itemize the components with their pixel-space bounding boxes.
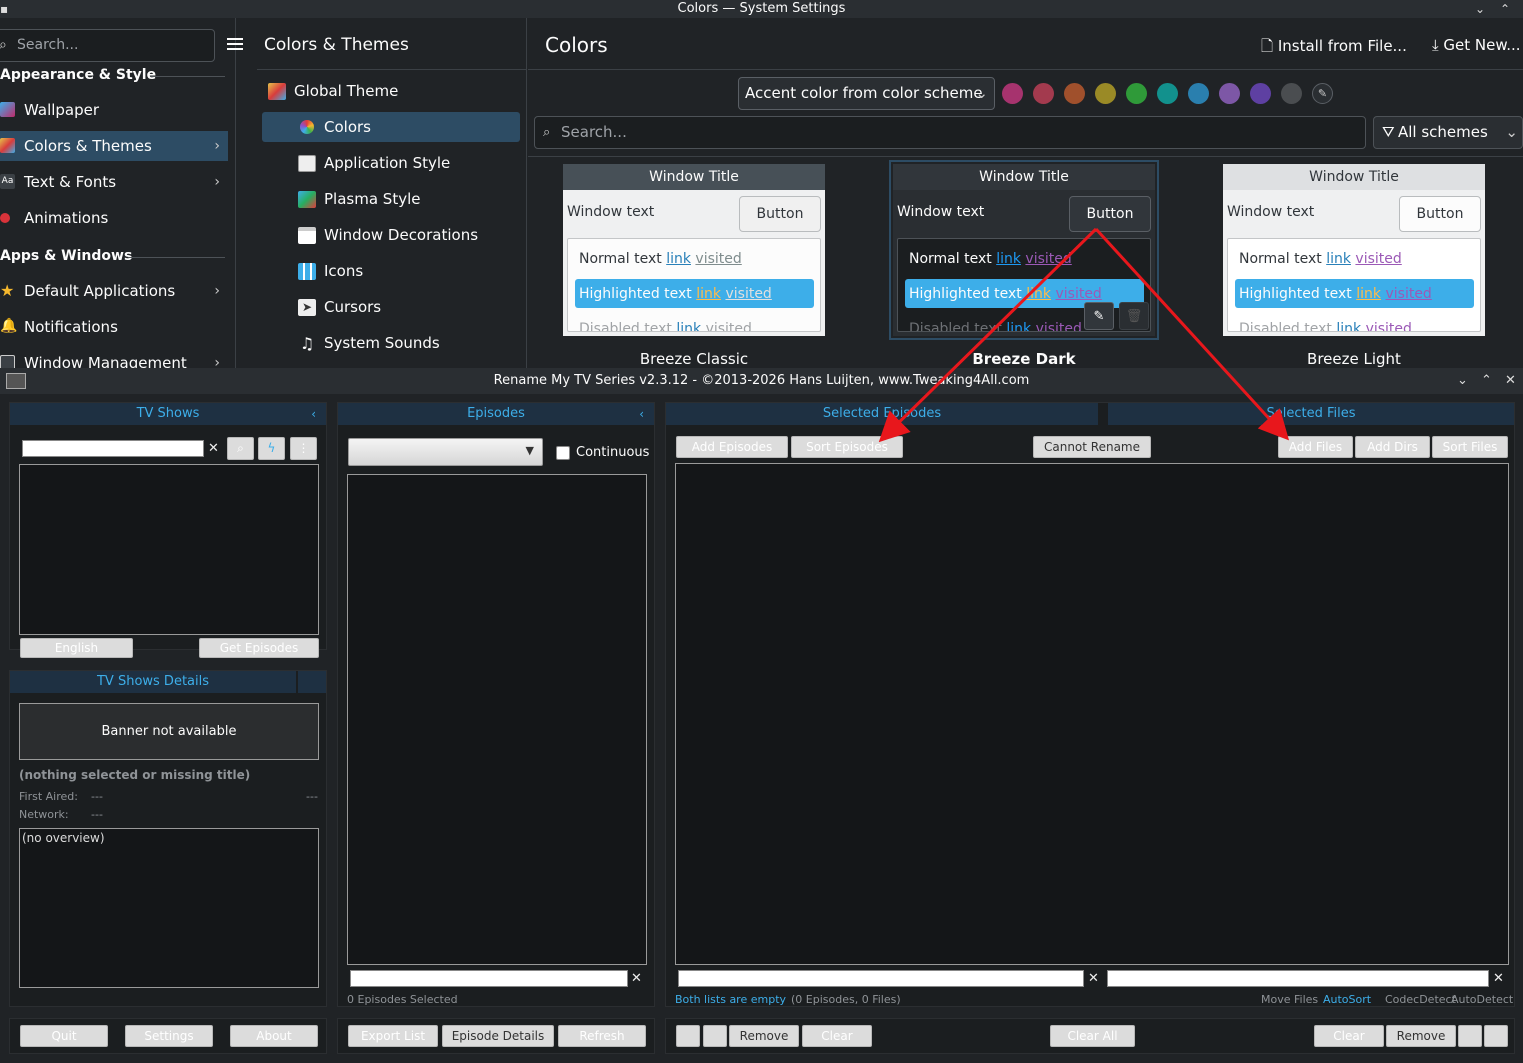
red-arrow-to-add-files xyxy=(1094,227,1290,441)
red-arrow-to-sort-episodes xyxy=(878,227,1098,443)
annotation-arrows xyxy=(878,227,1290,443)
